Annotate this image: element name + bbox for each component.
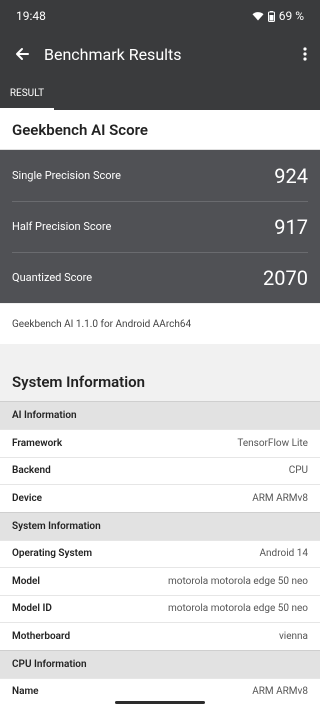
row-value: motorola motorola edge 50 neo xyxy=(168,575,308,587)
score-value: 924 xyxy=(274,163,308,188)
page-title: Benchmark Results xyxy=(44,44,182,64)
more-vertical-icon xyxy=(303,47,307,61)
table-row: Device ARM ARMv8 xyxy=(0,484,320,512)
row-value: motorola motorola edge 50 neo xyxy=(168,603,308,615)
status-icons: 69 % xyxy=(252,9,304,23)
row-key: Framework xyxy=(12,437,63,449)
status-bar: 19:48 69 % xyxy=(0,0,320,32)
row-key: Motherboard xyxy=(12,630,71,642)
battery-percent: 69 % xyxy=(278,9,304,23)
version-info: Geekbench AI 1.1.0 for Android AArch64 xyxy=(0,304,320,344)
status-time: 19:48 xyxy=(16,9,46,23)
battery-icon xyxy=(267,10,275,22)
row-key: Model xyxy=(12,575,41,587)
section-header-cpu-information: CPU Information xyxy=(0,649,320,678)
home-gesture-handle[interactable] xyxy=(115,701,205,704)
row-value: CPU xyxy=(288,465,308,477)
section-header-system-information: System Information xyxy=(0,511,320,540)
row-key: Backend xyxy=(12,465,51,477)
row-value: vienna xyxy=(278,630,308,642)
score-value: 2070 xyxy=(263,265,308,290)
row-value: ARM ARMv8 xyxy=(252,492,308,504)
more-options-button[interactable] xyxy=(290,32,320,76)
score-label: Quantized Score xyxy=(12,271,93,284)
score-header: Geekbench AI Score xyxy=(0,110,320,150)
gesture-navigation-bar xyxy=(0,694,320,712)
tab-result[interactable]: RESULT xyxy=(0,76,54,110)
score-value: 917 xyxy=(274,214,308,239)
arrow-left-icon xyxy=(14,46,30,62)
scores-panel: Single Precision Score 924 Half Precisio… xyxy=(0,150,320,303)
table-row: Model ID motorola motorola edge 50 neo xyxy=(0,594,320,622)
section-header-ai-information: AI Information xyxy=(0,401,320,429)
back-button[interactable] xyxy=(0,32,44,76)
score-row-half-precision: Half Precision Score 917 xyxy=(0,201,320,252)
score-row-single-precision: Single Precision Score 924 xyxy=(0,150,320,201)
score-row-quantized: Quantized Score 2070 xyxy=(0,252,320,303)
row-key: Model ID xyxy=(12,603,52,615)
table-row: Framework TensorFlow Lite xyxy=(0,429,320,457)
tab-bar: RESULT xyxy=(0,76,320,110)
score-label: Half Precision Score xyxy=(12,220,112,233)
score-title: Geekbench AI Score xyxy=(12,120,148,139)
row-value: TensorFlow Lite xyxy=(237,437,308,449)
table-row: Model motorola motorola edge 50 neo xyxy=(0,567,320,595)
table-row: Operating System Android 14 xyxy=(0,539,320,567)
system-information-header: System Information xyxy=(0,344,320,401)
system-information-title: System Information xyxy=(12,373,145,391)
app-bar: Benchmark Results xyxy=(0,32,320,76)
row-value: Android 14 xyxy=(259,548,308,560)
wifi-icon xyxy=(252,11,264,21)
table-row: Motherboard vienna xyxy=(0,622,320,650)
row-key: Operating System xyxy=(12,548,93,560)
system-info-table: AI Information Framework TensorFlow Lite… xyxy=(0,401,320,705)
table-row: Backend CPU xyxy=(0,456,320,484)
tab-result-label: RESULT xyxy=(9,87,45,99)
row-key: Device xyxy=(12,492,43,504)
score-label: Single Precision Score xyxy=(12,169,121,182)
